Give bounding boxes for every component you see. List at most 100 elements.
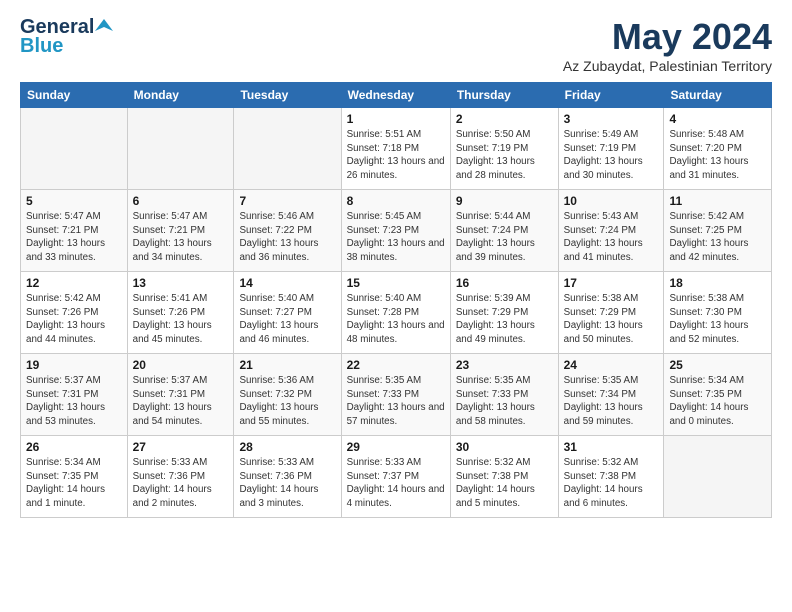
- calendar-cell: 14Sunrise: 5:40 AM Sunset: 7:27 PM Dayli…: [234, 272, 341, 354]
- day-number: 5: [26, 194, 122, 208]
- day-number: 19: [26, 358, 122, 372]
- day-detail: Sunrise: 5:33 AM Sunset: 7:36 PM Dayligh…: [239, 456, 335, 511]
- day-detail: Sunrise: 5:35 AM Sunset: 7:33 PM Dayligh…: [347, 374, 445, 429]
- calendar-cell: 20Sunrise: 5:37 AM Sunset: 7:31 PM Dayli…: [127, 354, 234, 436]
- day-detail: Sunrise: 5:50 AM Sunset: 7:19 PM Dayligh…: [456, 128, 553, 183]
- calendar-dow-thursday: Thursday: [450, 83, 558, 108]
- day-detail: Sunrise: 5:36 AM Sunset: 7:32 PM Dayligh…: [239, 374, 335, 429]
- day-number: 29: [347, 440, 445, 454]
- day-detail: Sunrise: 5:34 AM Sunset: 7:35 PM Dayligh…: [26, 456, 122, 511]
- calendar-cell: 12 Sunrise: 5:42 AM Sunset: 7:26 PM Dayli…: [21, 272, 128, 354]
- day-number: 15: [347, 276, 445, 290]
- day-detail: Sunrise: 5:43 AM Sunset: 7:24 PM Dayligh…: [564, 210, 659, 265]
- calendar-dow-wednesday: Wednesday: [341, 83, 450, 108]
- day-number: 22: [347, 358, 445, 372]
- calendar-dow-monday: Monday: [127, 83, 234, 108]
- day-number: 26: [26, 440, 122, 454]
- calendar-cell: 18 Sunrise: 5:38 AM Sunset: 7:30 PM Dayli…: [664, 272, 772, 354]
- day-number: 2: [456, 112, 553, 126]
- calendar-week-4: 19 Sunrise: 5:37 AM Sunset: 7:31 PM Dayli…: [21, 354, 772, 436]
- day-number: 17: [564, 276, 659, 290]
- day-number: 24: [564, 358, 659, 372]
- calendar-cell: [21, 108, 128, 190]
- calendar-cell: 6 Sunrise: 5:47 AM Sunset: 7:21 PM Daylig…: [127, 190, 234, 272]
- day-detail: Sunrise: 5:40 AM Sunset: 7:27 PM Dayligh…: [239, 292, 335, 347]
- day-number: 21: [239, 358, 335, 372]
- day-detail: Sunrise: 5:38 AM Sunset: 7:29 PM Dayligh…: [564, 292, 659, 347]
- calendar-cell: 28 Sunrise: 5:33 AM Sunset: 7:36 PM Dayli…: [234, 436, 341, 518]
- calendar-week-2: 5 Sunrise: 5:47 AM Sunset: 7:21 PM Daylig…: [21, 190, 772, 272]
- day-number: 23: [456, 358, 553, 372]
- day-detail: Sunrise: 5:48 AM Sunset: 7:20 PM Dayligh…: [669, 128, 766, 183]
- calendar-cell: 22 Sunrise: 5:35 AM Sunset: 7:33 PM Dayli…: [341, 354, 450, 436]
- day-number: 13: [133, 276, 229, 290]
- day-number: 8: [347, 194, 445, 208]
- calendar-cell: 2 Sunrise: 5:50 AM Sunset: 7:19 PM Daylig…: [450, 108, 558, 190]
- calendar-week-5: 26 Sunrise: 5:34 AM Sunset: 7:35 PM Dayli…: [21, 436, 772, 518]
- calendar-week-1: 1 Sunrise: 5:51 AM Sunset: 7:18 PM Daylig…: [21, 108, 772, 190]
- calendar-cell: 26 Sunrise: 5:34 AM Sunset: 7:35 PM Dayli…: [21, 436, 128, 518]
- calendar-cell: 31 Sunrise: 5:32 AM Sunset: 7:38 PM Dayli…: [558, 436, 664, 518]
- calendar-cell: [127, 108, 234, 190]
- day-number: 6: [133, 194, 229, 208]
- day-number: 1: [347, 112, 445, 126]
- calendar-cell: 8 Sunrise: 5:45 AM Sunset: 7:23 PM Daylig…: [341, 190, 450, 272]
- day-number: 18: [669, 276, 766, 290]
- calendar-cell: 7Sunrise: 5:46 AM Sunset: 7:22 PM Daylig…: [234, 190, 341, 272]
- day-detail: Sunrise: 5:38 AM Sunset: 7:30 PM Dayligh…: [669, 292, 766, 347]
- calendar-cell: 4 Sunrise: 5:48 AM Sunset: 7:20 PM Daylig…: [664, 108, 772, 190]
- day-detail: Sunrise: 5:40 AM Sunset: 7:28 PM Dayligh…: [347, 292, 445, 347]
- calendar-cell: 13 Sunrise: 5:41 AM Sunset: 7:26 PM Dayli…: [127, 272, 234, 354]
- day-number: 10: [564, 194, 659, 208]
- day-number: 4: [669, 112, 766, 126]
- day-detail: Sunrise: 5:32 AM Sunset: 7:38 PM Dayligh…: [456, 456, 553, 511]
- day-number: 20: [133, 358, 229, 372]
- day-detail: Sunrise: 5:32 AM Sunset: 7:38 PM Dayligh…: [564, 456, 659, 511]
- day-number: 16: [456, 276, 553, 290]
- day-detail: Sunrise: 5:47 AM Sunset: 7:21 PM Dayligh…: [26, 210, 122, 265]
- calendar: SundayMondayTuesdayWednesdayThursdayFrid…: [20, 82, 772, 518]
- calendar-cell: 19 Sunrise: 5:37 AM Sunset: 7:31 PM Dayli…: [21, 354, 128, 436]
- day-detail: Sunrise: 5:47 AM Sunset: 7:21 PM Dayligh…: [133, 210, 229, 265]
- day-detail: Sunrise: 5:39 AM Sunset: 7:29 PM Dayligh…: [456, 292, 553, 347]
- calendar-header-row: SundayMondayTuesdayWednesdayThursdayFrid…: [21, 83, 772, 108]
- calendar-cell: 10 Sunrise: 5:43 AM Sunset: 7:24 PM Dayli…: [558, 190, 664, 272]
- day-detail: Sunrise: 5:45 AM Sunset: 7:23 PM Dayligh…: [347, 210, 445, 265]
- day-detail: Sunrise: 5:49 AM Sunset: 7:19 PM Dayligh…: [564, 128, 659, 183]
- day-detail: Sunrise: 5:42 AM Sunset: 7:25 PM Dayligh…: [669, 210, 766, 265]
- calendar-cell: 23 Sunrise: 5:35 AM Sunset: 7:33 PM Dayli…: [450, 354, 558, 436]
- calendar-cell: 17 Sunrise: 5:38 AM Sunset: 7:29 PM Dayli…: [558, 272, 664, 354]
- calendar-week-3: 12 Sunrise: 5:42 AM Sunset: 7:26 PM Dayli…: [21, 272, 772, 354]
- header: General Blue May 2024 Az Zubaydat, Pales…: [20, 16, 772, 74]
- day-detail: Sunrise: 5:33 AM Sunset: 7:37 PM Dayligh…: [347, 456, 445, 511]
- calendar-dow-saturday: Saturday: [664, 83, 772, 108]
- calendar-cell: 1 Sunrise: 5:51 AM Sunset: 7:18 PM Daylig…: [341, 108, 450, 190]
- day-number: 28: [239, 440, 335, 454]
- day-detail: Sunrise: 5:35 AM Sunset: 7:34 PM Dayligh…: [564, 374, 659, 429]
- day-detail: Sunrise: 5:51 AM Sunset: 7:18 PM Dayligh…: [347, 128, 445, 183]
- logo: General Blue: [20, 16, 113, 58]
- calendar-cell: 21 Sunrise: 5:36 AM Sunset: 7:32 PM Dayli…: [234, 354, 341, 436]
- day-detail: Sunrise: 5:44 AM Sunset: 7:24 PM Dayligh…: [456, 210, 553, 265]
- calendar-cell: 24 Sunrise: 5:35 AM Sunset: 7:34 PM Dayli…: [558, 354, 664, 436]
- calendar-cell: 25Sunrise: 5:34 AM Sunset: 7:35 PM Dayli…: [664, 354, 772, 436]
- logo-bird-icon: [95, 17, 113, 35]
- day-detail: Sunrise: 5:42 AM Sunset: 7:26 PM Dayligh…: [26, 292, 122, 347]
- calendar-cell: 5 Sunrise: 5:47 AM Sunset: 7:21 PM Daylig…: [21, 190, 128, 272]
- calendar-cell: 9 Sunrise: 5:44 AM Sunset: 7:24 PM Daylig…: [450, 190, 558, 272]
- day-number: 9: [456, 194, 553, 208]
- calendar-cell: 30Sunrise: 5:32 AM Sunset: 7:38 PM Dayli…: [450, 436, 558, 518]
- day-detail: Sunrise: 5:41 AM Sunset: 7:26 PM Dayligh…: [133, 292, 229, 347]
- day-number: 27: [133, 440, 229, 454]
- day-number: 12: [26, 276, 122, 290]
- calendar-cell: 11Sunrise: 5:42 AM Sunset: 7:25 PM Dayli…: [664, 190, 772, 272]
- page: General Blue May 2024 Az Zubaydat, Pales…: [0, 0, 792, 528]
- logo-blue-text: Blue: [20, 35, 63, 58]
- day-detail: Sunrise: 5:33 AM Sunset: 7:36 PM Dayligh…: [133, 456, 229, 511]
- day-detail: Sunrise: 5:37 AM Sunset: 7:31 PM Dayligh…: [26, 374, 122, 429]
- calendar-dow-sunday: Sunday: [21, 83, 128, 108]
- day-detail: Sunrise: 5:35 AM Sunset: 7:33 PM Dayligh…: [456, 374, 553, 429]
- day-number: 7: [239, 194, 335, 208]
- day-number: 31: [564, 440, 659, 454]
- calendar-cell: [664, 436, 772, 518]
